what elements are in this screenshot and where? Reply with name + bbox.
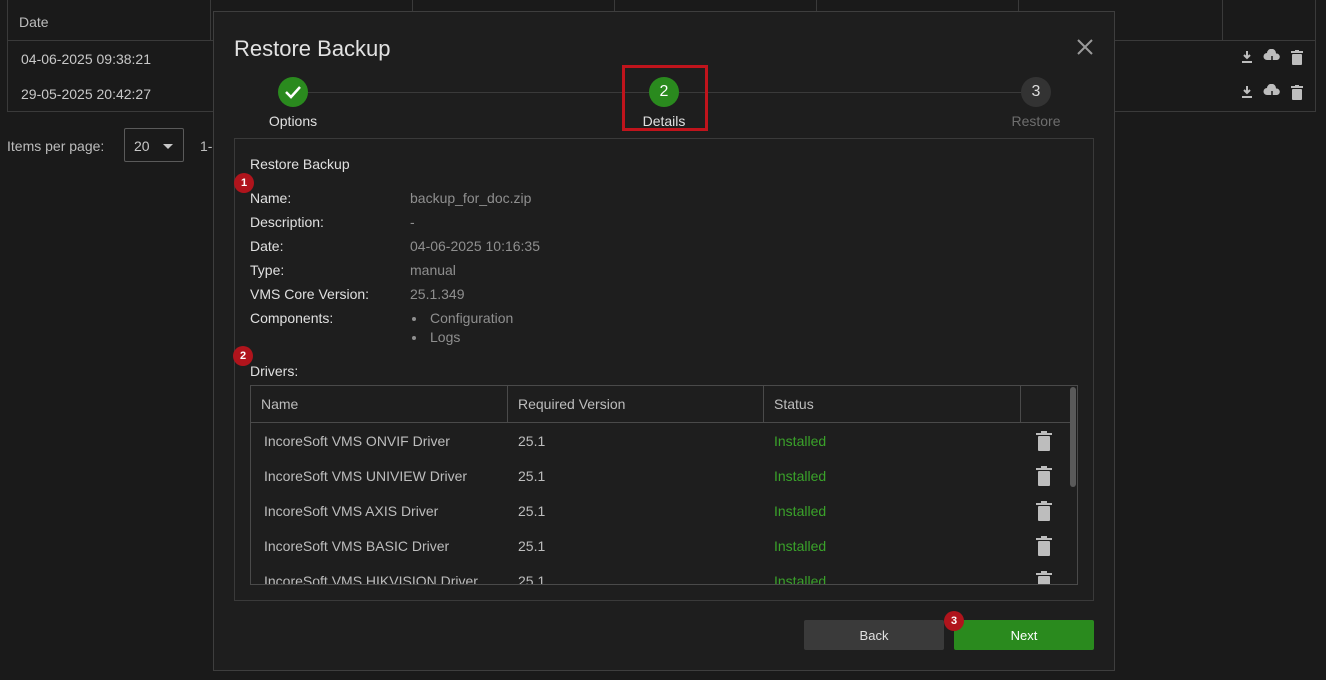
- core-version-value: 25.1.349: [410, 286, 465, 302]
- table-row: IncoreSoft VMS UNIVIEW Driver 25.1 Insta…: [251, 458, 1071, 493]
- type-label: Type:: [250, 262, 285, 278]
- restore-backup-dialog: Restore Backup Options 2 Details 3 Resto…: [213, 11, 1115, 671]
- driver-status: Installed: [774, 538, 827, 554]
- section-title: Restore Backup: [250, 156, 350, 172]
- back-button[interactable]: Back: [804, 620, 944, 650]
- table-row[interactable]: 04-06-2025 09:38:21: [21, 51, 151, 67]
- driver-name: IncoreSoft VMS BASIC Driver: [264, 538, 450, 554]
- driver-status: Installed: [774, 573, 827, 585]
- page-range-text: 1-: [200, 138, 213, 154]
- header-name[interactable]: Name: [251, 386, 508, 422]
- components-list: Configuration Logs: [410, 309, 513, 347]
- step-label: Options: [268, 113, 318, 129]
- table-row: IncoreSoft VMS AXIS Driver 25.1 Installe…: [251, 493, 1071, 528]
- date-value: 04-06-2025 10:16:35: [410, 238, 540, 254]
- step-number: 3: [1021, 77, 1051, 107]
- next-button[interactable]: Next: [954, 620, 1094, 650]
- download-icon[interactable]: [1241, 85, 1253, 99]
- table-scrollbar[interactable]: [1070, 387, 1076, 487]
- header-version-label: Required Version: [518, 396, 626, 412]
- annotation-badge: 1: [234, 173, 254, 193]
- table-row: IncoreSoft VMS HIKVISION Driver 25.1 Ins…: [251, 563, 1071, 585]
- trash-icon[interactable]: [1036, 431, 1052, 451]
- components-label: Components:: [250, 310, 334, 326]
- driver-version: 25.1: [518, 503, 546, 519]
- header-actions: [1021, 386, 1071, 422]
- core-version-label: VMS Core Version:: [250, 286, 370, 302]
- dialog-title: Restore Backup: [234, 36, 391, 61]
- table-row: IncoreSoft VMS BASIC Driver 25.1 Install…: [251, 528, 1071, 563]
- trash-icon[interactable]: [1036, 536, 1052, 556]
- header-cell-date[interactable]: Date: [8, 0, 211, 40]
- cloud-restore-icon[interactable]: [1263, 49, 1281, 65]
- trash-icon[interactable]: [1291, 84, 1303, 100]
- trash-icon[interactable]: [1036, 571, 1052, 585]
- trash-icon[interactable]: [1291, 49, 1303, 65]
- header-status-label: Status: [774, 396, 814, 412]
- driver-name: IncoreSoft VMS AXIS Driver: [264, 503, 439, 519]
- description-label: Description:: [250, 214, 324, 230]
- cloud-restore-icon[interactable]: [1263, 84, 1281, 100]
- driver-version: 25.1: [518, 538, 546, 554]
- table-row[interactable]: 29-05-2025 20:42:27: [21, 86, 151, 102]
- header-version[interactable]: Required Version: [508, 386, 764, 422]
- row-actions: [1241, 49, 1303, 65]
- driver-name: IncoreSoft VMS UNIVIEW Driver: [264, 468, 468, 484]
- drivers-table: Name Required Version Status IncoreSoft …: [250, 385, 1078, 585]
- driver-version: 25.1: [518, 573, 546, 585]
- date-label: Date:: [250, 238, 284, 254]
- items-per-page-value: 20: [134, 138, 150, 154]
- driver-name: IncoreSoft VMS ONVIF Driver: [264, 433, 450, 449]
- step-complete-circle: [278, 77, 308, 107]
- chevron-down-icon: [163, 144, 173, 149]
- driver-version: 25.1: [518, 433, 546, 449]
- type-value: manual: [410, 262, 456, 278]
- step-label: Restore: [1011, 113, 1061, 129]
- header-status[interactable]: Status: [764, 386, 1021, 422]
- drivers-table-header: Name Required Version Status: [251, 386, 1071, 423]
- header-name-label: Name: [261, 396, 299, 412]
- step-options[interactable]: Options: [243, 77, 343, 129]
- description-value: -: [410, 214, 415, 230]
- list-item: Configuration: [410, 309, 513, 328]
- row-actions: [1241, 84, 1303, 100]
- name-value: backup_for_doc.zip: [410, 190, 532, 206]
- list-item: Logs: [410, 328, 513, 347]
- trash-icon[interactable]: [1036, 466, 1052, 486]
- step-restore[interactable]: 3 Restore: [986, 77, 1086, 129]
- annotation-badge: 3: [944, 611, 964, 631]
- details-panel: Restore Backup Name: backup_for_doc.zip …: [234, 138, 1094, 601]
- table-row: IncoreSoft VMS ONVIF Driver 25.1 Install…: [251, 423, 1071, 458]
- driver-status: Installed: [774, 468, 827, 484]
- driver-name: IncoreSoft VMS HIKVISION Driver: [264, 573, 478, 585]
- drivers-label: Drivers:: [250, 363, 299, 379]
- highlight-box: [622, 65, 708, 131]
- trash-icon[interactable]: [1036, 501, 1052, 521]
- check-icon: [285, 86, 301, 99]
- driver-version: 25.1: [518, 468, 546, 484]
- annotation-badge: 2: [233, 346, 253, 366]
- close-icon[interactable]: [1076, 38, 1094, 56]
- download-icon[interactable]: [1241, 50, 1253, 64]
- header-date-label: Date: [19, 14, 49, 30]
- driver-status: Installed: [774, 433, 827, 449]
- driver-status: Installed: [774, 503, 827, 519]
- items-per-page-select[interactable]: 20: [124, 128, 184, 162]
- items-per-page-label: Items per page:: [7, 138, 105, 154]
- name-label: Name:: [250, 190, 292, 206]
